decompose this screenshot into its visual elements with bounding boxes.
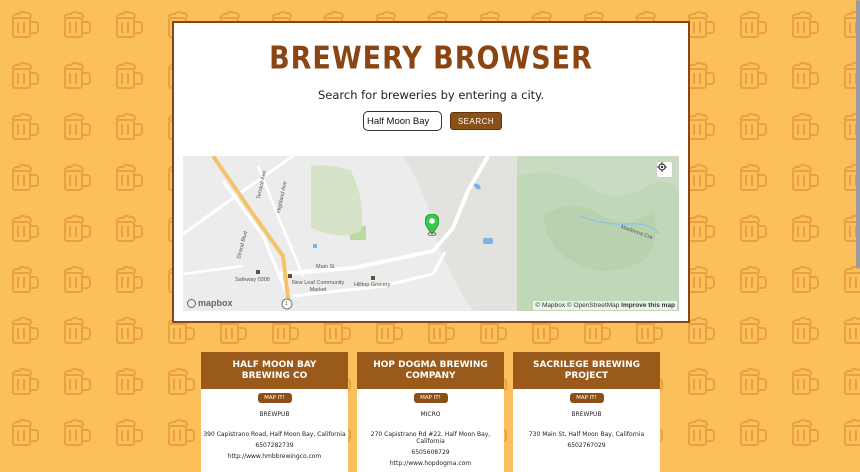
brewery-type: BREWPUB	[259, 411, 290, 418]
brewery-website-link[interactable]: http://www.hmbbrewingco.com	[201, 453, 348, 460]
crosshair-icon	[657, 162, 667, 172]
brewery-name: SACRILEGE BREWING PROJECT	[513, 352, 660, 389]
brewery-phone: 6507282739	[255, 442, 294, 449]
scrollbar[interactable]	[856, 0, 860, 268]
search-button[interactable]: SEARCH	[450, 112, 502, 130]
brewery-type: MICRO	[420, 411, 441, 418]
map-label-safeway: Safeway 0308	[235, 277, 270, 283]
brewery-phone: 6502767029	[567, 442, 606, 449]
map-label-main: Main St	[316, 264, 335, 270]
brewery-card: HALF MOON BAY BREWING CO MAP IT! BREWPUB…	[201, 352, 348, 472]
mapbox-logo[interactable]: mapbox	[187, 298, 233, 308]
mapbox-logo-icon	[187, 298, 196, 308]
map-it-button[interactable]: MAP IT!	[569, 393, 604, 403]
brewery-name: HOP DOGMA BREWING COMPANY	[357, 352, 504, 389]
mapbox-logo-text: mapbox	[198, 298, 233, 308]
map-label-hilltop: Hilltop Grocery	[354, 282, 391, 288]
brewery-phone: 6505608729	[411, 449, 450, 456]
map-pin-icon[interactable]	[425, 214, 439, 236]
map-attribution-text[interactable]: © Mapbox © OpenStreetMap	[535, 302, 619, 309]
map-it-button[interactable]: MAP IT!	[413, 393, 448, 403]
locate-button[interactable]	[656, 161, 673, 178]
page-title: BREWERY BROWSER	[269, 40, 593, 77]
city-search-input[interactable]	[363, 111, 442, 131]
brewery-type: BREWPUB	[571, 411, 602, 418]
map-label-route: 1	[285, 301, 288, 307]
map-attribution: © Mapbox © OpenStreetMap Improve this ma…	[533, 301, 677, 310]
improve-map-link[interactable]: Improve this map	[621, 302, 675, 309]
map-label-newleaf: New Leaf Community Market	[291, 280, 345, 293]
brewery-card: HOP DOGMA BREWING COMPANY MAP IT! MICRO …	[357, 352, 504, 472]
map-it-button[interactable]: MAP IT!	[257, 393, 292, 403]
brewery-card: SACRILEGE BREWING PROJECT MAP IT! BREWPU…	[513, 352, 660, 472]
brewery-address: 270 Capistrano Rd #22, Half Moon Bay, Ca…	[370, 431, 491, 445]
page-subtitle: Search for breweries by entering a city.	[317, 88, 545, 102]
search-panel: BREWERY BROWSER Search for breweries by …	[172, 21, 690, 323]
brewery-address: 730 Main St, Half Moon Bay, California	[528, 431, 645, 438]
brewery-name: HALF MOON BAY BREWING CO	[201, 352, 348, 389]
map-view[interactable]: Terrace Ave Highland Ave Strand Blvd Mai…	[183, 156, 679, 311]
brewery-website-link[interactable]: http://www.hopdogma.com	[357, 460, 504, 467]
brewery-address: 390 Capistrano Road, Half Moon Bay, Cali…	[203, 431, 346, 438]
